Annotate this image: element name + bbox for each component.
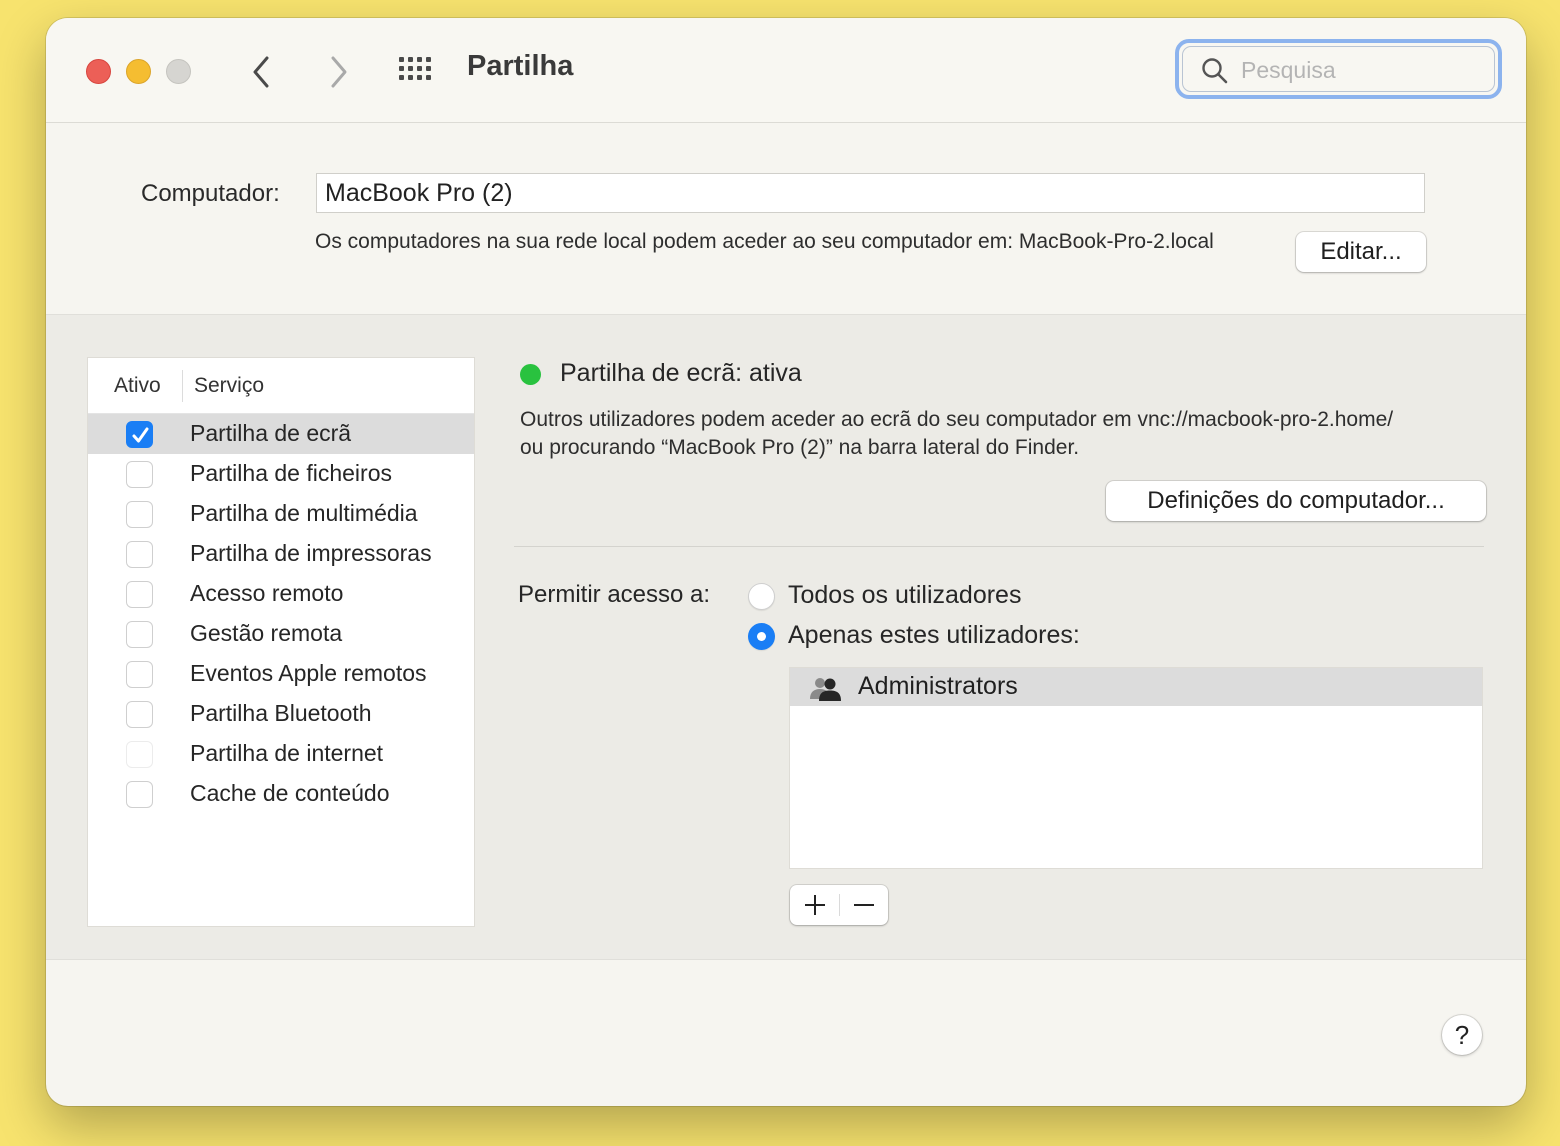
minus-icon	[854, 904, 874, 906]
plus-icon	[805, 895, 825, 915]
service-label: Partilha de impressoras	[190, 540, 432, 566]
allow-access-label: Permitir acesso a:	[518, 581, 711, 608]
user-label: Administrators	[858, 672, 1018, 700]
back-button[interactable]	[242, 52, 282, 92]
service-label: Acesso remoto	[190, 580, 344, 606]
service-status: Partilha de ecrã: ativa	[560, 359, 802, 387]
group-icon	[810, 678, 841, 701]
service-row[interactable]: Partilha de internet	[88, 734, 474, 774]
minimize-window-button[interactable]	[126, 59, 151, 84]
chevron-left-icon	[253, 56, 269, 88]
column-header-service[interactable]: Serviço	[194, 374, 264, 398]
add-user-button[interactable]	[790, 885, 839, 925]
computer-settings-button[interactable]: Definições do computador...	[1106, 481, 1486, 521]
search-icon	[1202, 58, 1228, 84]
zoom-window-button[interactable]	[166, 59, 191, 84]
computer-network-description: Os computadores na sua rede local podem …	[315, 230, 1214, 253]
user-row[interactable]: Administrators	[790, 668, 1482, 706]
add-remove-control	[790, 885, 888, 925]
service-label: Partilha de ecrã	[190, 420, 352, 446]
service-label: Partilha de multimédia	[190, 500, 418, 526]
service-label: Partilha de internet	[190, 740, 384, 766]
service-checkbox[interactable]	[126, 701, 153, 728]
remove-user-button[interactable]	[839, 885, 888, 925]
service-row[interactable]: Acesso remoto	[88, 574, 474, 614]
service-label: Gestão remota	[190, 620, 343, 646]
service-label: Partilha Bluetooth	[190, 700, 372, 726]
service-row[interactable]: Partilha Bluetooth	[88, 694, 474, 734]
grid-icon	[399, 57, 431, 80]
service-checkbox[interactable]	[126, 421, 153, 448]
allowed-users-list: Administrators	[789, 667, 1483, 869]
checkmark-icon	[132, 427, 149, 443]
column-separator	[182, 370, 183, 402]
help-button[interactable]: ?	[1442, 1015, 1482, 1055]
forward-button[interactable]	[318, 52, 358, 92]
edit-hostname-button[interactable]: Editar...	[1296, 232, 1426, 272]
service-checkbox[interactable]	[126, 581, 153, 608]
column-header-active[interactable]: Ativo	[114, 374, 161, 398]
chevron-right-icon	[331, 56, 347, 88]
radio-only-these-users-label[interactable]: Apenas estes utilizadores:	[788, 621, 1080, 650]
service-checkbox[interactable]	[126, 781, 153, 808]
service-row[interactable]: Partilha de impressoras	[88, 534, 474, 574]
computer-name-label: Computador:	[141, 180, 280, 207]
service-row[interactable]: Cache de conteúdo	[88, 774, 474, 814]
service-checkbox[interactable]	[126, 621, 153, 648]
service-row[interactable]: Partilha de multimédia	[88, 494, 474, 534]
close-window-button[interactable]	[86, 59, 111, 84]
radio-all-users-label[interactable]: Todos os utilizadores	[788, 581, 1021, 610]
sharing-panel: Ativo Serviço Partilha de ecrã Partilha d…	[46, 314, 1526, 960]
divider	[514, 546, 1484, 547]
service-row[interactable]: Gestão remota	[88, 614, 474, 654]
search-field[interactable]	[1175, 39, 1502, 99]
system-preferences-window: Partilha Computador: Os computadores na …	[46, 18, 1526, 1106]
service-checkbox	[126, 741, 153, 768]
title-bar: Partilha	[46, 18, 1526, 123]
service-row[interactable]: Eventos Apple remotos	[88, 654, 474, 694]
services-list: Ativo Serviço Partilha de ecrã Partilha d…	[87, 357, 475, 927]
service-checkbox[interactable]	[126, 501, 153, 528]
service-checkbox[interactable]	[126, 541, 153, 568]
service-checkbox[interactable]	[126, 661, 153, 688]
show-all-grid-button[interactable]	[396, 54, 436, 90]
service-checkbox[interactable]	[126, 461, 153, 488]
radio-only-these-users[interactable]	[748, 623, 775, 650]
services-list-header: Ativo Serviço	[88, 358, 474, 414]
status-indicator	[520, 364, 541, 385]
window-title: Partilha	[467, 50, 574, 82]
service-row[interactable]: Partilha de ecrã	[88, 414, 474, 454]
service-label: Cache de conteúdo	[190, 780, 390, 806]
service-description: Outros utilizadores podem aceder ao ecrã…	[520, 408, 1394, 459]
computer-name-field[interactable]	[316, 173, 1425, 213]
service-row[interactable]: Partilha de ficheiros	[88, 454, 474, 494]
service-label: Eventos Apple remotos	[190, 660, 427, 686]
service-label: Partilha de ficheiros	[190, 460, 392, 486]
search-input[interactable]	[1239, 53, 1483, 87]
radio-all-users[interactable]	[748, 583, 775, 610]
